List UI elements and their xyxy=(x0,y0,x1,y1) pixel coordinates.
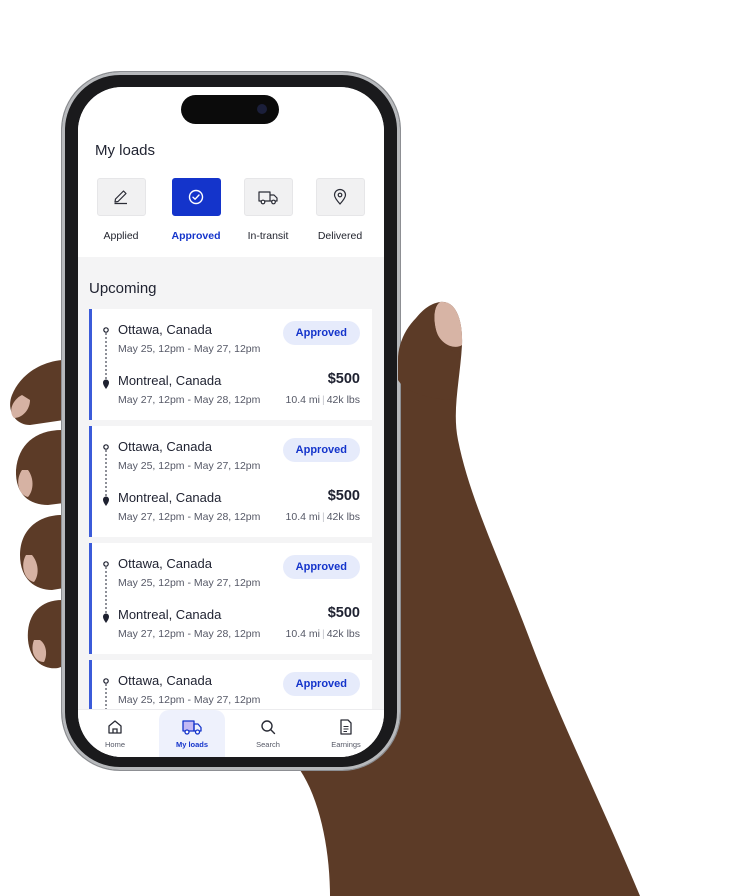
tab-in-transit[interactable]: In-transit xyxy=(241,178,295,242)
load-meta: 10.4 mi | 42k lbs xyxy=(286,628,360,640)
search-icon xyxy=(261,720,276,735)
tab-delivered[interactable]: Delivered xyxy=(313,178,367,242)
nav-my-loads[interactable]: My loads xyxy=(159,710,225,757)
location-pin-icon xyxy=(333,188,347,205)
route-line-icon xyxy=(103,444,109,506)
document-icon xyxy=(340,719,352,735)
dropoff-window: May 27, 12pm - May 28, 12pm xyxy=(118,628,261,640)
load-weight: 42k lbs xyxy=(326,511,360,523)
load-meta: 10.4 mi | 42k lbs xyxy=(286,394,360,406)
truck-icon xyxy=(182,720,202,735)
load-meta: 10.4 mi | 42k lbs xyxy=(286,511,360,523)
route-line-icon xyxy=(103,561,109,623)
tab-label: In-transit xyxy=(247,230,289,242)
tab-applied[interactable]: Applied xyxy=(94,178,148,242)
route-line-icon xyxy=(103,327,109,389)
load-card[interactable]: Ottawa, Canada May 25, 12pm - May 27, 12… xyxy=(89,543,372,654)
origin-city: Ottawa, Canada xyxy=(118,439,212,454)
pencil-icon xyxy=(114,190,127,205)
nav-label: Earnings xyxy=(331,740,361,749)
dynamic-island xyxy=(181,95,279,124)
meta-divider: | xyxy=(321,628,325,640)
nav-label: Home xyxy=(104,740,125,749)
nav-label: My loads xyxy=(175,740,209,749)
load-distance: 10.4 mi xyxy=(285,628,320,640)
tab-approved[interactable]: Approved xyxy=(169,178,223,242)
truck-icon xyxy=(258,191,278,205)
section-title: Upcoming xyxy=(89,280,157,297)
status-badge: Approved xyxy=(282,321,360,345)
destination-city: Montreal, Canada xyxy=(118,490,222,505)
pickup-window: May 25, 12pm - May 27, 12pm xyxy=(118,343,261,355)
page-title: My loads xyxy=(95,142,156,159)
load-price: $500 xyxy=(327,371,360,387)
bottom-nav: Home My loads Search Earnings xyxy=(78,709,384,757)
dropoff-window: May 27, 12pm - May 28, 12pm xyxy=(118,511,261,523)
origin-city: Ottawa, Canada xyxy=(118,556,212,571)
check-circle-icon xyxy=(188,189,204,205)
photo-stage: My loads Applied Approved In-transit Del… xyxy=(0,0,736,896)
camera-icon xyxy=(257,104,267,114)
status-badge: Approved xyxy=(282,438,360,462)
dropoff-window: May 27, 12pm - May 28, 12pm xyxy=(118,394,261,406)
load-weight: 42k lbs xyxy=(326,628,360,640)
origin-city: Ottawa, Canada xyxy=(118,673,212,688)
load-card[interactable]: Ottawa, Canada May 25, 12pm - May 27, 12… xyxy=(89,426,372,537)
tab-label: Delivered xyxy=(317,230,363,242)
load-card[interactable]: Ottawa, Canada May 25, 12pm - May 27, 12… xyxy=(89,309,372,420)
destination-city: Montreal, Canada xyxy=(118,373,222,388)
phone-screen: My loads Applied Approved In-transit Del… xyxy=(78,87,384,757)
origin-city: Ottawa, Canada xyxy=(118,322,212,337)
nav-earnings[interactable]: Earnings xyxy=(313,710,379,757)
status-badge: Approved xyxy=(282,672,360,696)
nav-search[interactable]: Search xyxy=(235,710,301,757)
pickup-window: May 25, 12pm - May 27, 12pm xyxy=(118,694,261,706)
meta-divider: | xyxy=(321,394,325,406)
load-distance: 10.4 mi xyxy=(285,394,320,406)
nav-home[interactable]: Home xyxy=(82,710,148,757)
load-weight: 42k lbs xyxy=(326,394,360,406)
tab-label: Applied xyxy=(103,230,139,242)
load-price: $500 xyxy=(327,605,360,621)
nav-label: Search xyxy=(256,740,280,749)
home-icon xyxy=(108,720,122,734)
destination-city: Montreal, Canada xyxy=(118,607,222,622)
pickup-window: May 25, 12pm - May 27, 12pm xyxy=(118,577,261,589)
tab-label: Approved xyxy=(171,230,221,242)
pickup-window: May 25, 12pm - May 27, 12pm xyxy=(118,460,261,472)
meta-divider: | xyxy=(321,511,325,523)
status-badge: Approved xyxy=(282,555,360,579)
load-price: $500 xyxy=(327,488,360,504)
load-distance: 10.4 mi xyxy=(285,511,320,523)
